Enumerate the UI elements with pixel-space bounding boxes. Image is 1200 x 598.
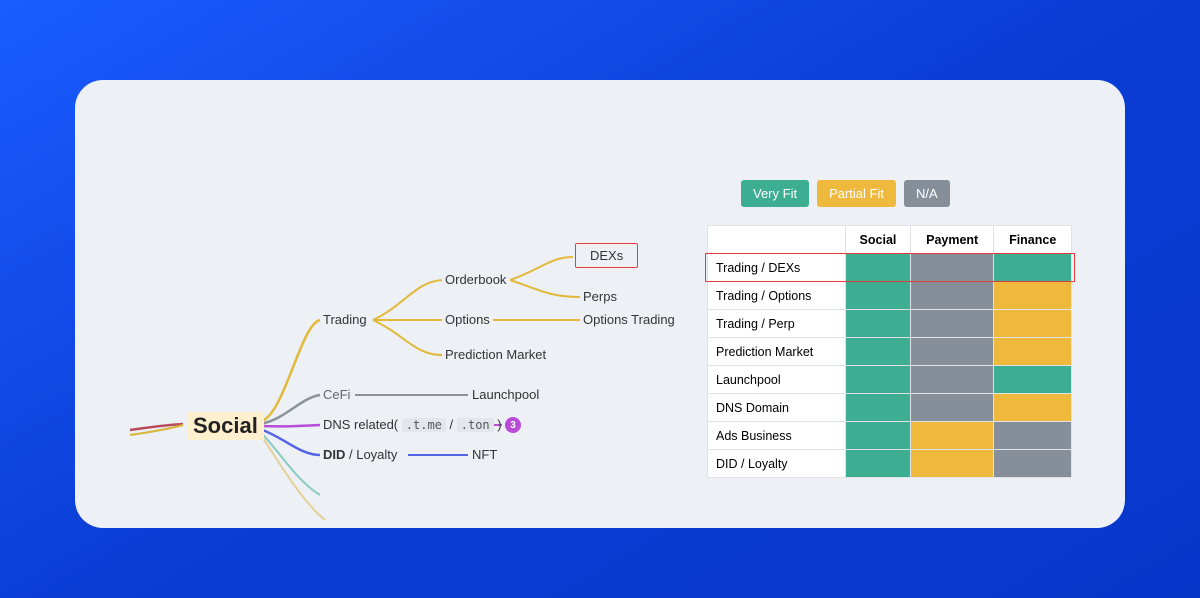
legend: Very Fit Partial Fit N/A <box>741 180 1072 207</box>
row-label: Launchpool <box>708 366 846 394</box>
dns-count-badge: 3 <box>505 417 521 433</box>
table-row: Launchpool <box>708 366 1072 394</box>
row-label: Trading / DEXs <box>708 254 846 282</box>
th-finance: Finance <box>994 226 1072 254</box>
dns-sep: / <box>450 417 457 432</box>
fit-cell <box>910 450 993 478</box>
node-launchpool: Launchpool <box>472 387 539 402</box>
fit-cell <box>845 254 910 282</box>
node-options: Options <box>445 312 490 327</box>
fit-cell <box>910 394 993 422</box>
fit-cell <box>845 450 910 478</box>
table-body: Trading / DEXsTrading / OptionsTrading /… <box>708 254 1072 478</box>
legend-partial-fit: Partial Fit <box>817 180 896 207</box>
table-row: DID / Loyalty <box>708 450 1072 478</box>
fit-table-area: Very Fit Partial Fit N/A Social Payment … <box>707 180 1072 478</box>
row-label: Trading / Perp <box>708 310 846 338</box>
did-rest: / Loyalty <box>345 447 397 462</box>
node-did: DID / Loyalty <box>323 447 397 462</box>
node-dns: DNS related( .t.me / .ton ) <box>323 417 502 432</box>
node-options-trading: Options Trading <box>583 312 675 327</box>
fit-cell <box>910 422 993 450</box>
fit-cell <box>845 310 910 338</box>
node-perps: Perps <box>583 289 617 304</box>
root-node-social: Social <box>187 412 264 440</box>
node-orderbook: Orderbook <box>445 272 506 287</box>
dns-tag-tme: .t.me <box>402 418 446 432</box>
node-prediction-market: Prediction Market <box>445 347 546 362</box>
dns-prefix: DNS related( <box>323 417 398 432</box>
th-empty <box>708 226 846 254</box>
row-label: Prediction Market <box>708 338 846 366</box>
node-cefi: CeFi <box>323 387 350 402</box>
fit-cell <box>845 338 910 366</box>
dns-suffix: ) <box>497 417 501 432</box>
table-row: Ads Business <box>708 422 1072 450</box>
fit-cell <box>910 254 993 282</box>
fit-cell <box>994 450 1072 478</box>
did-bold: DID <box>323 447 345 462</box>
fit-cell <box>994 310 1072 338</box>
row-label: Ads Business <box>708 422 846 450</box>
fit-cell <box>994 394 1072 422</box>
legend-na: N/A <box>904 180 950 207</box>
node-dexs-highlighted: DEXs <box>575 243 638 268</box>
fit-cell <box>994 366 1072 394</box>
table-row: Trading / Options <box>708 282 1072 310</box>
fit-cell <box>845 422 910 450</box>
mindmap: Social Trading CeFi DNS related( .t.me /… <box>75 80 775 528</box>
fit-cell <box>910 338 993 366</box>
row-label: Trading / Options <box>708 282 846 310</box>
node-trading: Trading <box>323 312 367 327</box>
table-row: Trading / DEXs <box>708 254 1072 282</box>
row-label: DID / Loyalty <box>708 450 846 478</box>
th-payment: Payment <box>910 226 993 254</box>
table-header-row: Social Payment Finance <box>708 226 1072 254</box>
row-label: DNS Domain <box>708 394 846 422</box>
mindmap-connectors <box>75 80 775 528</box>
th-social: Social <box>845 226 910 254</box>
fit-cell <box>845 366 910 394</box>
fit-cell <box>910 366 993 394</box>
fit-cell <box>910 282 993 310</box>
fit-table: Social Payment Finance Trading / DEXsTra… <box>707 225 1072 478</box>
table-row: Prediction Market <box>708 338 1072 366</box>
fit-cell <box>845 282 910 310</box>
dns-tag-ton: .ton <box>457 418 494 432</box>
fit-cell <box>994 422 1072 450</box>
fit-cell <box>994 254 1072 282</box>
content-card: Social Trading CeFi DNS related( .t.me /… <box>75 80 1125 528</box>
table-row: DNS Domain <box>708 394 1072 422</box>
fit-cell <box>910 310 993 338</box>
fit-cell <box>994 282 1072 310</box>
fit-cell <box>994 338 1072 366</box>
legend-very-fit: Very Fit <box>741 180 809 207</box>
node-nft: NFT <box>472 447 497 462</box>
table-row: Trading / Perp <box>708 310 1072 338</box>
fit-cell <box>845 394 910 422</box>
